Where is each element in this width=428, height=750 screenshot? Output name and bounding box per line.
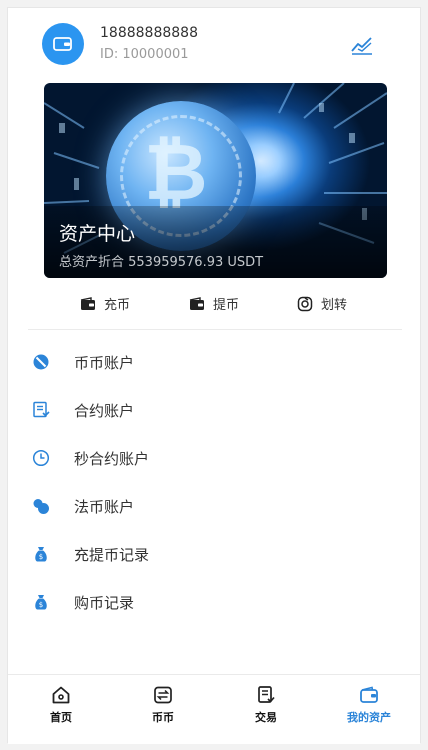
- deposit-label: 充币: [104, 298, 131, 313]
- menu-item-second-contract-account[interactable]: 秒合约账户: [8, 434, 420, 482]
- home-icon: [52, 686, 70, 704]
- tab-label: 首页: [50, 711, 72, 724]
- coin-slash-icon: [33, 354, 49, 370]
- exchange-icon: [154, 686, 172, 704]
- wallet-out-icon: [189, 296, 204, 310]
- svg-text:$: $: [39, 553, 43, 561]
- withdraw-button[interactable]: 提币: [189, 294, 239, 313]
- tab-my-assets[interactable]: 我的资产: [329, 685, 409, 725]
- svg-text:$: $: [39, 601, 43, 609]
- contract-doc-icon: [33, 401, 50, 418]
- menu-item-purchase-records[interactable]: $ 购币记录: [8, 578, 420, 626]
- avatar[interactable]: [42, 23, 84, 65]
- wallet-icon: [53, 37, 72, 51]
- total-assets-text: 总资产折合 553959576.93 USDT: [59, 255, 264, 270]
- two-circles-icon: [33, 499, 49, 514]
- transfer-icon: [297, 296, 313, 311]
- withdraw-label: 提币: [213, 298, 240, 313]
- clock-icon: [32, 449, 50, 467]
- trend-chart-icon[interactable]: [350, 32, 374, 56]
- banner-title: 资产中心: [59, 223, 136, 245]
- wallet-icon: [360, 686, 378, 703]
- menu-item-contract-account[interactable]: 合约账户: [8, 386, 420, 434]
- menu-item-label: 充提币记录: [74, 546, 150, 564]
- money-bag-icon: $: [35, 595, 47, 610]
- quick-actions: 充币 提币 划转: [8, 288, 420, 322]
- tab-coin[interactable]: 币币: [123, 685, 203, 725]
- tab-label: 交易: [255, 711, 277, 724]
- bottom-tab-bar: 首页 币币 交易 我的资产: [8, 674, 420, 744]
- menu-item-label: 币币账户: [74, 354, 135, 372]
- transfer-label: 划转: [321, 298, 348, 313]
- menu-item-spot-account[interactable]: 币币账户: [8, 338, 420, 386]
- menu-item-label: 秒合约账户: [74, 450, 150, 468]
- menu-item-label: 法币账户: [74, 498, 135, 516]
- trade-doc-icon: [258, 686, 275, 703]
- asset-banner: ₿ 资产中心 总资产折合 553959576.93 USDT: [44, 83, 387, 278]
- wallet-in-icon: [80, 296, 95, 310]
- user-phone: 18888888888: [100, 25, 198, 41]
- menu-item-deposit-withdraw-records[interactable]: $ 充提币记录: [8, 530, 420, 578]
- transfer-button[interactable]: 划转: [297, 294, 347, 313]
- tab-trade[interactable]: 交易: [226, 685, 306, 725]
- app-frame: 18888888888 ID: 10000001 ₿ 资产中心 总资产折合 55…: [7, 7, 421, 744]
- menu-item-label: 购币记录: [74, 594, 135, 612]
- account-header: 18888888888 ID: 10000001: [8, 8, 420, 84]
- user-id: ID: 10000001: [100, 47, 189, 62]
- tab-label: 币币: [152, 711, 174, 724]
- money-bag-icon: $: [35, 547, 47, 562]
- section-divider: [28, 329, 402, 330]
- tab-home[interactable]: 首页: [21, 685, 101, 725]
- deposit-button[interactable]: 充币: [80, 294, 130, 313]
- menu-item-label: 合约账户: [74, 402, 135, 420]
- tab-label: 我的资产: [347, 711, 391, 724]
- menu-item-fiat-account[interactable]: 法币账户: [8, 482, 420, 530]
